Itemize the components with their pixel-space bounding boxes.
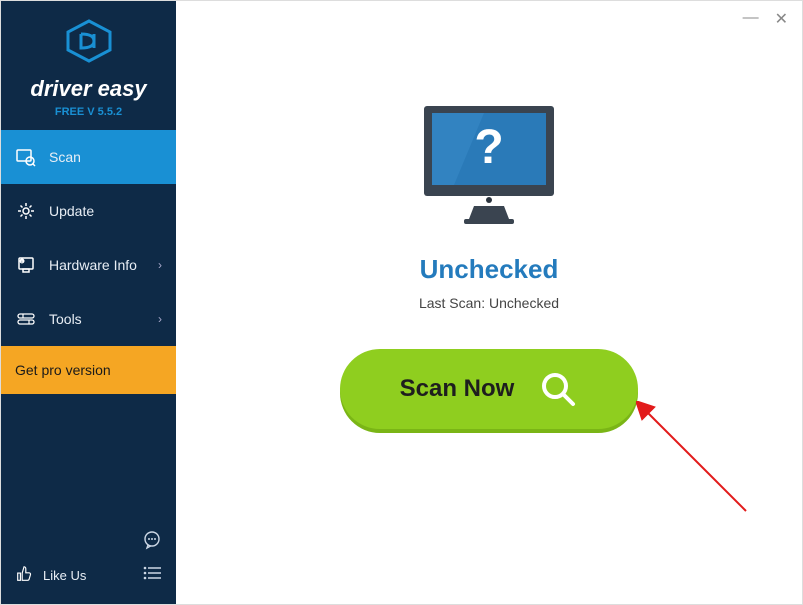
sidebar-item-hardware[interactable]: i Hardware Info ›: [1, 238, 176, 292]
pro-label: Get pro version: [15, 362, 111, 378]
logo-icon: [11, 19, 166, 68]
minimize-icon[interactable]: —: [743, 9, 759, 29]
sidebar-footer: Like Us: [1, 520, 176, 604]
status-text: Unchecked: [420, 254, 559, 285]
gear-icon: [15, 200, 37, 222]
thumbs-up-icon: [15, 565, 33, 586]
nav: Scan Update i Hardware Info › Tools: [1, 130, 176, 346]
brand-name: driver easy: [11, 76, 166, 102]
scan-icon: [15, 146, 37, 168]
last-scan-label: Last Scan: Unchecked: [419, 295, 559, 311]
main-content: ? Unchecked Last Scan: Unchecked Scan No…: [176, 1, 802, 604]
close-icon[interactable]: ✕: [775, 9, 788, 29]
menu-icon[interactable]: [142, 565, 162, 586]
sidebar-item-label: Scan: [49, 149, 81, 165]
app-window: — ✕ driver easy FREE V 5.5.2 Scan: [0, 0, 803, 605]
svg-text:i: i: [22, 259, 23, 264]
tools-icon: [15, 308, 37, 330]
sidebar-item-update[interactable]: Update: [1, 184, 176, 238]
sidebar-item-label: Hardware Info: [49, 257, 137, 273]
titlebar: — ✕: [729, 1, 802, 37]
scan-button-label: Scan Now: [400, 375, 515, 403]
sidebar-item-scan[interactable]: Scan: [1, 130, 176, 184]
sidebar: driver easy FREE V 5.5.2 Scan Update i: [1, 1, 176, 604]
annotation-arrow: [636, 401, 766, 531]
footer-right-icons: [142, 530, 162, 586]
hardware-icon: i: [15, 254, 37, 276]
sidebar-item-label: Update: [49, 203, 94, 219]
svg-text:?: ?: [474, 121, 503, 174]
logo-area: driver easy FREE V 5.5.2: [1, 1, 176, 130]
sidebar-item-tools[interactable]: Tools ›: [1, 292, 176, 346]
like-us-label: Like Us: [43, 568, 86, 583]
like-us-button[interactable]: Like Us: [15, 565, 86, 586]
get-pro-button[interactable]: Get pro version: [1, 346, 176, 394]
chevron-right-icon: ›: [158, 258, 162, 272]
sidebar-spacer: [1, 394, 176, 520]
monitor-illustration: ?: [414, 101, 564, 236]
feedback-icon[interactable]: [142, 530, 162, 555]
version-label: FREE V 5.5.2: [11, 106, 166, 118]
scan-now-button[interactable]: Scan Now: [340, 349, 639, 429]
sidebar-item-label: Tools: [49, 311, 82, 327]
search-icon: [538, 369, 578, 409]
chevron-right-icon: ›: [158, 312, 162, 326]
